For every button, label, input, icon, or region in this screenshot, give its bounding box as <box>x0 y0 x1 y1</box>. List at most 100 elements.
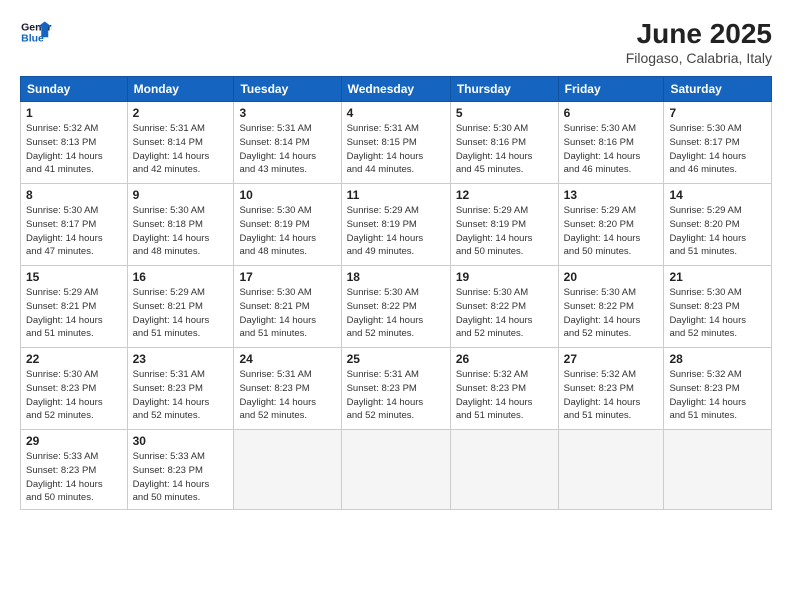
col-friday: Friday <box>558 77 664 102</box>
day-info: Sunrise: 5:31 AM Sunset: 8:23 PM Dayligh… <box>133 368 229 423</box>
day-number: 9 <box>133 188 229 202</box>
table-row: 15 Sunrise: 5:29 AM Sunset: 8:21 PM Dayli… <box>21 266 128 348</box>
day-info: Sunrise: 5:31 AM Sunset: 8:15 PM Dayligh… <box>347 122 445 177</box>
day-info: Sunrise: 5:29 AM Sunset: 8:21 PM Dayligh… <box>26 286 122 341</box>
table-row: 30Sunrise: 5:33 AM Sunset: 8:23 PM Dayli… <box>127 430 234 510</box>
col-saturday: Saturday <box>664 77 772 102</box>
calendar-table: Sunday Monday Tuesday Wednesday Thursday… <box>20 76 772 510</box>
day-number: 6 <box>564 106 659 120</box>
table-row: 25Sunrise: 5:31 AM Sunset: 8:23 PM Dayli… <box>341 348 450 430</box>
table-row: 26 Sunrise: 5:32 AM Sunset: 8:23 PM Dayli… <box>450 348 558 430</box>
day-number: 20 <box>564 270 659 284</box>
table-row <box>341 430 450 510</box>
table-row: 6 Sunrise: 5:30 AM Sunset: 8:16 PM Daylig… <box>558 102 664 184</box>
day-number: 1 <box>26 106 122 120</box>
day-info: Sunrise: 5:32 AM Sunset: 8:13 PM Dayligh… <box>26 122 122 177</box>
day-info: Sunrise: 5:31 AM Sunset: 8:14 PM Dayligh… <box>133 122 229 177</box>
day-number: 27 <box>564 352 659 366</box>
day-number: 3 <box>239 106 335 120</box>
header: General Blue June 2025 Filogaso, Calabri… <box>20 18 772 66</box>
day-number: 11 <box>347 188 445 202</box>
day-number: 24 <box>239 352 335 366</box>
day-info: Sunrise: 5:32 AM Sunset: 8:23 PM Dayligh… <box>456 368 553 423</box>
col-sunday: Sunday <box>21 77 128 102</box>
day-number: 16 <box>133 270 229 284</box>
day-info: Sunrise: 5:30 AM Sunset: 8:23 PM Dayligh… <box>669 286 766 341</box>
day-number: 4 <box>347 106 445 120</box>
day-number: 17 <box>239 270 335 284</box>
day-number: 10 <box>239 188 335 202</box>
table-row: 18 Sunrise: 5:30 AM Sunset: 8:22 PM Dayli… <box>341 266 450 348</box>
table-row: 3 Sunrise: 5:31 AM Sunset: 8:14 PM Daylig… <box>234 102 341 184</box>
table-row: 21 Sunrise: 5:30 AM Sunset: 8:23 PM Dayli… <box>664 266 772 348</box>
title-block: June 2025 Filogaso, Calabria, Italy <box>626 18 772 66</box>
day-number: 21 <box>669 270 766 284</box>
table-row <box>450 430 558 510</box>
day-info: Sunrise: 5:30 AM Sunset: 8:22 PM Dayligh… <box>456 286 553 341</box>
day-info: Sunrise: 5:30 AM Sunset: 8:18 PM Dayligh… <box>133 204 229 259</box>
table-row: 23 Sunrise: 5:31 AM Sunset: 8:23 PM Dayli… <box>127 348 234 430</box>
day-info: Sunrise: 5:30 AM Sunset: 8:16 PM Dayligh… <box>456 122 553 177</box>
day-info: Sunrise: 5:30 AM Sunset: 8:22 PM Dayligh… <box>564 286 659 341</box>
day-info: Sunrise: 5:31 AM Sunset: 8:23 PM Dayligh… <box>347 368 445 423</box>
day-info: Sunrise: 5:29 AM Sunset: 8:19 PM Dayligh… <box>456 204 553 259</box>
day-number: 8 <box>26 188 122 202</box>
day-number: 19 <box>456 270 553 284</box>
day-info: Sunrise: 5:33 AM Sunset: 8:23 PM Dayligh… <box>26 450 122 505</box>
day-number: 15 <box>26 270 122 284</box>
table-row: 13 Sunrise: 5:29 AM Sunset: 8:20 PM Dayli… <box>558 184 664 266</box>
day-number: 7 <box>669 106 766 120</box>
table-row: 2 Sunrise: 5:31 AM Sunset: 8:14 PM Daylig… <box>127 102 234 184</box>
day-info: Sunrise: 5:30 AM Sunset: 8:17 PM Dayligh… <box>26 204 122 259</box>
day-info: Sunrise: 5:30 AM Sunset: 8:16 PM Dayligh… <box>564 122 659 177</box>
week-row: 15 Sunrise: 5:29 AM Sunset: 8:21 PM Dayli… <box>21 266 772 348</box>
month-title: June 2025 <box>626 18 772 50</box>
day-number: 22 <box>26 352 122 366</box>
day-info: Sunrise: 5:29 AM Sunset: 8:20 PM Dayligh… <box>564 204 659 259</box>
table-row: 27 Sunrise: 5:32 AM Sunset: 8:23 PM Dayli… <box>558 348 664 430</box>
day-info: Sunrise: 5:30 AM Sunset: 8:23 PM Dayligh… <box>26 368 122 423</box>
day-info: Sunrise: 5:29 AM Sunset: 8:20 PM Dayligh… <box>669 204 766 259</box>
day-number: 12 <box>456 188 553 202</box>
table-row: 4 Sunrise: 5:31 AM Sunset: 8:15 PM Daylig… <box>341 102 450 184</box>
week-row: 29 Sunrise: 5:33 AM Sunset: 8:23 PM Dayli… <box>21 430 772 510</box>
logo: General Blue <box>20 18 52 46</box>
header-row: Sunday Monday Tuesday Wednesday Thursday… <box>21 77 772 102</box>
day-info: Sunrise: 5:30 AM Sunset: 8:17 PM Dayligh… <box>669 122 766 177</box>
day-number: 26 <box>456 352 553 366</box>
table-row <box>664 430 772 510</box>
day-number: 2 <box>133 106 229 120</box>
day-number: 13 <box>564 188 659 202</box>
location: Filogaso, Calabria, Italy <box>626 50 772 66</box>
table-row: 19 Sunrise: 5:30 AM Sunset: 8:22 PM Dayli… <box>450 266 558 348</box>
page: General Blue June 2025 Filogaso, Calabri… <box>0 0 792 612</box>
day-number: 29 <box>26 434 122 448</box>
col-wednesday: Wednesday <box>341 77 450 102</box>
table-row: 11Sunrise: 5:29 AM Sunset: 8:19 PM Dayli… <box>341 184 450 266</box>
table-row: 10Sunrise: 5:30 AM Sunset: 8:19 PM Dayli… <box>234 184 341 266</box>
table-row <box>234 430 341 510</box>
table-row: 8 Sunrise: 5:30 AM Sunset: 8:17 PM Daylig… <box>21 184 128 266</box>
day-number: 23 <box>133 352 229 366</box>
day-info: Sunrise: 5:30 AM Sunset: 8:22 PM Dayligh… <box>347 286 445 341</box>
day-info: Sunrise: 5:33 AM Sunset: 8:23 PM Dayligh… <box>133 450 229 505</box>
table-row <box>558 430 664 510</box>
table-row: 29 Sunrise: 5:33 AM Sunset: 8:23 PM Dayli… <box>21 430 128 510</box>
table-row: 14Sunrise: 5:29 AM Sunset: 8:20 PM Dayli… <box>664 184 772 266</box>
week-row: 1 Sunrise: 5:32 AM Sunset: 8:13 PM Daylig… <box>21 102 772 184</box>
col-tuesday: Tuesday <box>234 77 341 102</box>
day-info: Sunrise: 5:32 AM Sunset: 8:23 PM Dayligh… <box>564 368 659 423</box>
table-row: 28 Sunrise: 5:32 AM Sunset: 8:23 PM Dayli… <box>664 348 772 430</box>
day-number: 28 <box>669 352 766 366</box>
table-row: 5 Sunrise: 5:30 AM Sunset: 8:16 PM Daylig… <box>450 102 558 184</box>
table-row: 24Sunrise: 5:31 AM Sunset: 8:23 PM Dayli… <box>234 348 341 430</box>
day-info: Sunrise: 5:32 AM Sunset: 8:23 PM Dayligh… <box>669 368 766 423</box>
table-row: 7 Sunrise: 5:30 AM Sunset: 8:17 PM Daylig… <box>664 102 772 184</box>
table-row: 22 Sunrise: 5:30 AM Sunset: 8:23 PM Dayli… <box>21 348 128 430</box>
col-monday: Monday <box>127 77 234 102</box>
day-number: 5 <box>456 106 553 120</box>
day-info: Sunrise: 5:30 AM Sunset: 8:21 PM Dayligh… <box>239 286 335 341</box>
day-info: Sunrise: 5:31 AM Sunset: 8:14 PM Dayligh… <box>239 122 335 177</box>
table-row: 9 Sunrise: 5:30 AM Sunset: 8:18 PM Daylig… <box>127 184 234 266</box>
day-number: 18 <box>347 270 445 284</box>
